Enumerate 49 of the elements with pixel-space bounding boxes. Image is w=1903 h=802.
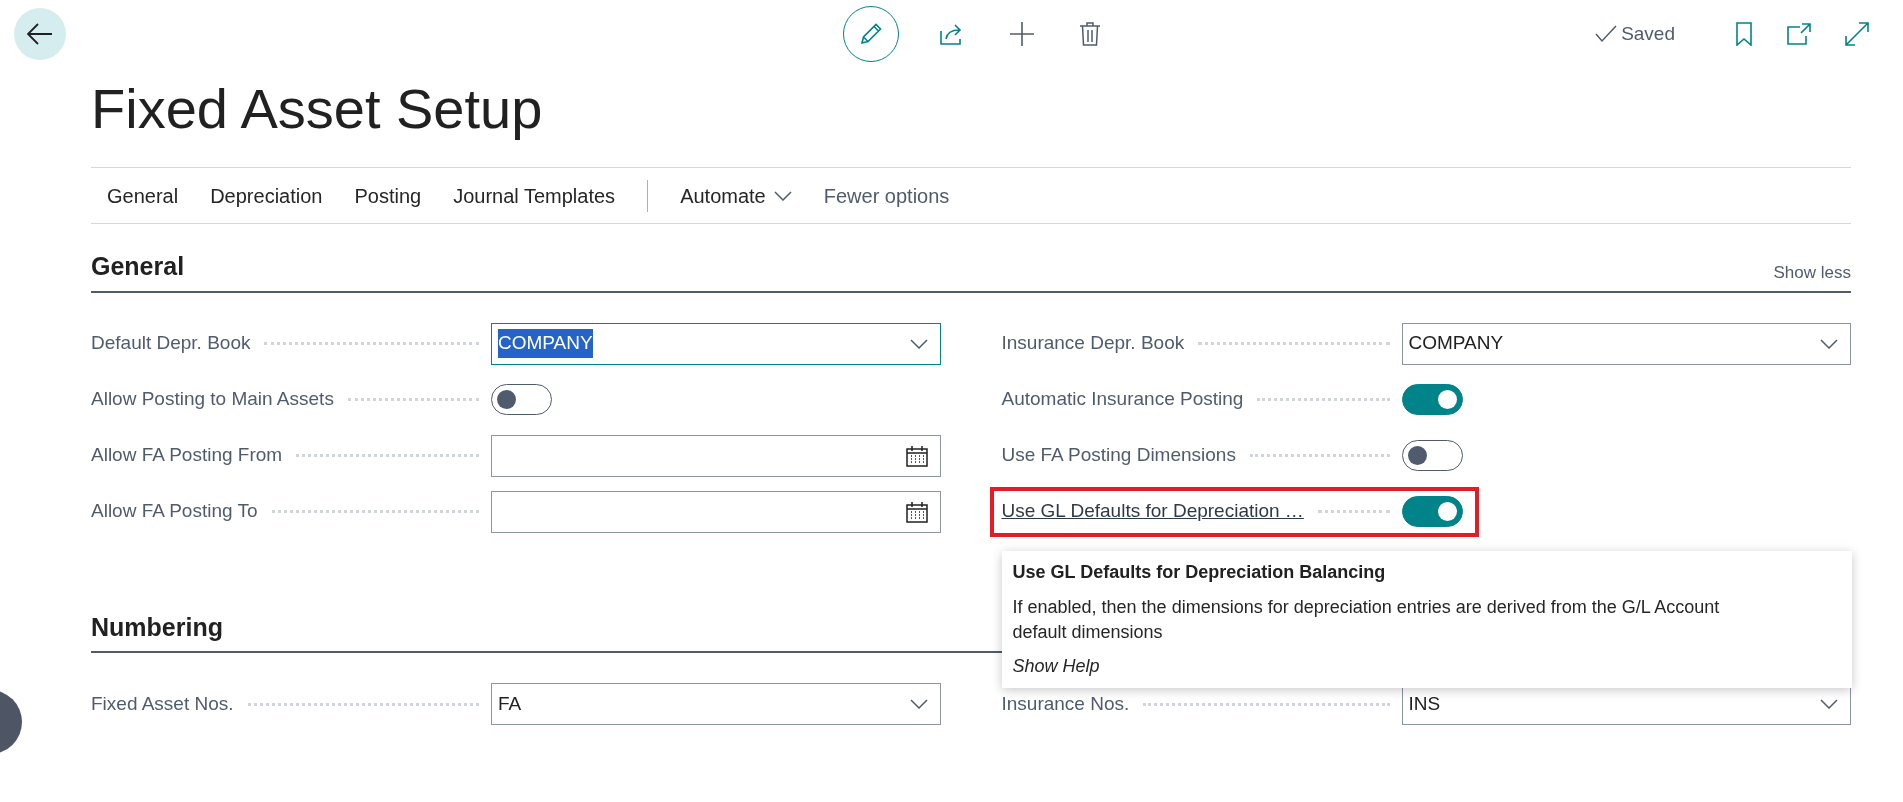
field-label: Allow FA Posting From bbox=[91, 443, 283, 468]
chevron-down-icon bbox=[909, 338, 928, 349]
action-tab[interactable]: Depreciation bbox=[210, 180, 323, 211]
action-tab[interactable]: Journal Templates bbox=[453, 180, 616, 211]
tooltip-title: Use GL Defaults for Depreciation Balancing bbox=[1012, 560, 1387, 584]
saved-status: Saved bbox=[1621, 21, 1675, 46]
dropdown-field[interactable]: COMPANY bbox=[491, 322, 941, 365]
calendar-icon bbox=[905, 500, 928, 523]
field-label: Default Depr. Book bbox=[91, 331, 251, 356]
bookmark-icon bbox=[1735, 22, 1753, 46]
show-less-link[interactable]: Show less bbox=[1773, 260, 1851, 286]
field-label: Insurance Depr. Book bbox=[1001, 331, 1185, 356]
section-title: Numbering bbox=[91, 611, 223, 643]
field-label: Insurance Nos. bbox=[1001, 691, 1130, 716]
chevron-down-icon bbox=[1820, 699, 1838, 709]
page-title: Fixed Asset Setup bbox=[91, 76, 544, 142]
chevron-down-icon bbox=[773, 190, 792, 201]
toggle-switch[interactable] bbox=[1401, 496, 1463, 527]
pencil-icon bbox=[858, 22, 883, 46]
date-field[interactable] bbox=[491, 434, 941, 477]
calendar-icon bbox=[905, 444, 928, 467]
toggle-switch[interactable] bbox=[1401, 384, 1463, 415]
tooltip-text: If enabled, then the dimensions for depreciation entries are derived from the G/L Account default dimensions bbox=[1012, 595, 1721, 644]
plus-icon bbox=[1008, 21, 1035, 47]
back-arrow-icon bbox=[27, 23, 53, 45]
field-label: Use FA Posting Dimensions bbox=[1001, 443, 1236, 468]
trash-icon bbox=[1078, 21, 1101, 47]
dropdown-field[interactable]: COMPANY bbox=[1401, 322, 1851, 365]
field-label[interactable]: Use GL Defaults for Depreciation … bbox=[1001, 497, 1304, 526]
back-button[interactable] bbox=[14, 8, 66, 60]
action-tab[interactable]: General bbox=[107, 180, 179, 211]
chevron-down-icon bbox=[909, 699, 928, 709]
section-title: General bbox=[91, 251, 185, 282]
show-help-link[interactable]: Show Help bbox=[1012, 652, 1100, 680]
action-tab[interactable]: Posting bbox=[354, 180, 422, 211]
checkmark-icon bbox=[1595, 25, 1618, 43]
toggle-switch[interactable] bbox=[1401, 440, 1463, 471]
field-label: Automatic Insurance Posting bbox=[1001, 387, 1244, 412]
date-field[interactable] bbox=[491, 490, 941, 533]
expand-icon bbox=[1845, 22, 1869, 46]
field-label: Allow Posting to Main Assets bbox=[91, 387, 334, 412]
chevron-down-icon bbox=[1820, 338, 1838, 349]
field-label: Fixed Asset Nos. bbox=[91, 691, 234, 716]
toggle-switch[interactable] bbox=[491, 384, 552, 415]
popout-icon bbox=[1787, 23, 1811, 45]
field-label: Allow FA Posting To bbox=[91, 499, 258, 524]
action-menu[interactable]: Automate bbox=[680, 180, 792, 211]
dropdown-field[interactable]: FA bbox=[491, 683, 941, 725]
fewer-options-link[interactable]: Fewer options bbox=[823, 180, 950, 211]
